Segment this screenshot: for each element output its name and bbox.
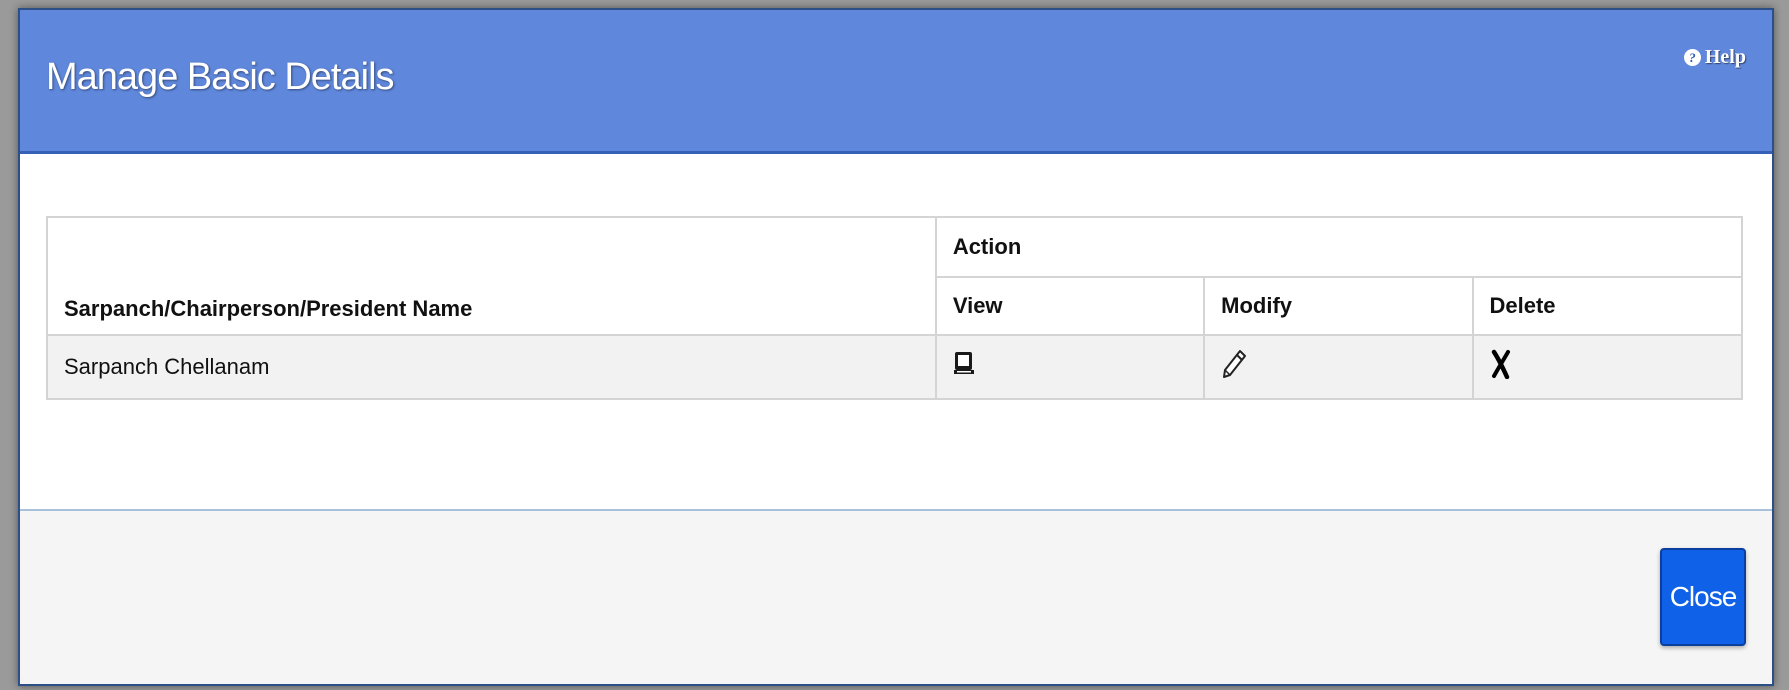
dialog-header: Manage Basic Details ? Help (20, 10, 1772, 154)
help-icon: ? (1683, 49, 1701, 66)
dialog-footer: Close (20, 509, 1772, 684)
delete-button[interactable] (1471, 334, 1743, 400)
delete-column-header: Delete (1471, 276, 1743, 336)
details-table: Sarpanch/Chairperson/President Name Acti… (46, 216, 1744, 400)
name-column-header: Sarpanch/Chairperson/President Name (46, 216, 937, 336)
manage-basic-details-dialog: Manage Basic Details ? Help Sarpanch/Cha… (18, 8, 1774, 686)
close-button[interactable]: Close (1660, 548, 1746, 646)
table-row: Sarpanch Chellanam (46, 334, 1743, 400)
modify-column-header: Modify (1203, 276, 1474, 336)
name-cell: Sarpanch Chellanam (46, 334, 937, 400)
help-link[interactable]: ? Help (1683, 46, 1746, 69)
dialog-title: Manage Basic Details (46, 56, 395, 98)
view-column-header: View (934, 276, 1206, 336)
modify-button[interactable] (1203, 334, 1474, 400)
view-button[interactable] (934, 334, 1206, 400)
action-column-header: Action (934, 216, 1744, 278)
view-icon (953, 352, 974, 374)
cross-icon (1491, 349, 1510, 380)
pencil-icon (1223, 350, 1247, 378)
help-label: Help (1704, 46, 1746, 68)
dialog-body: Sarpanch/Chairperson/President Name Acti… (20, 154, 1772, 509)
